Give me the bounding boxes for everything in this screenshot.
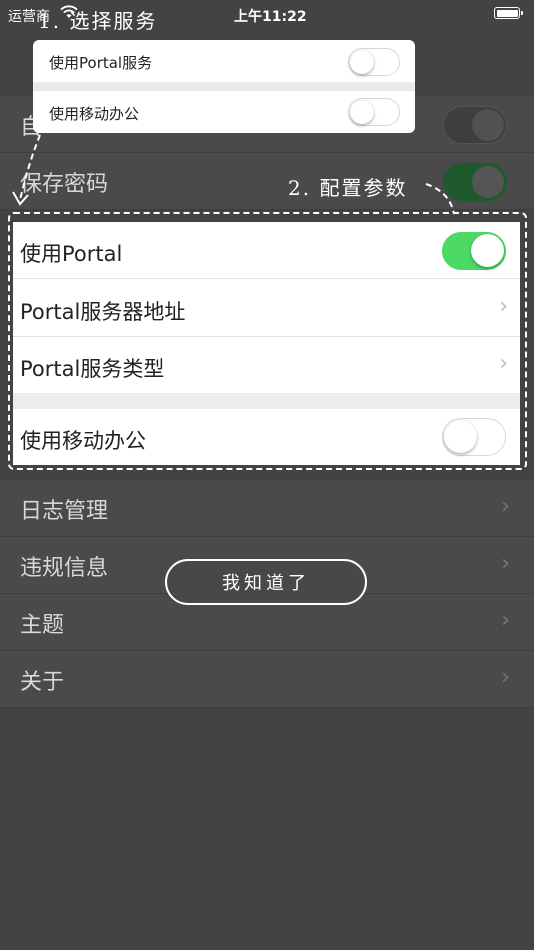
got-it-button[interactable]: 我知道了 — [165, 559, 367, 605]
step2-arrow — [425, 183, 455, 215]
step1-arrow — [19, 134, 41, 201]
annotation-arrows — [12, 134, 455, 215]
